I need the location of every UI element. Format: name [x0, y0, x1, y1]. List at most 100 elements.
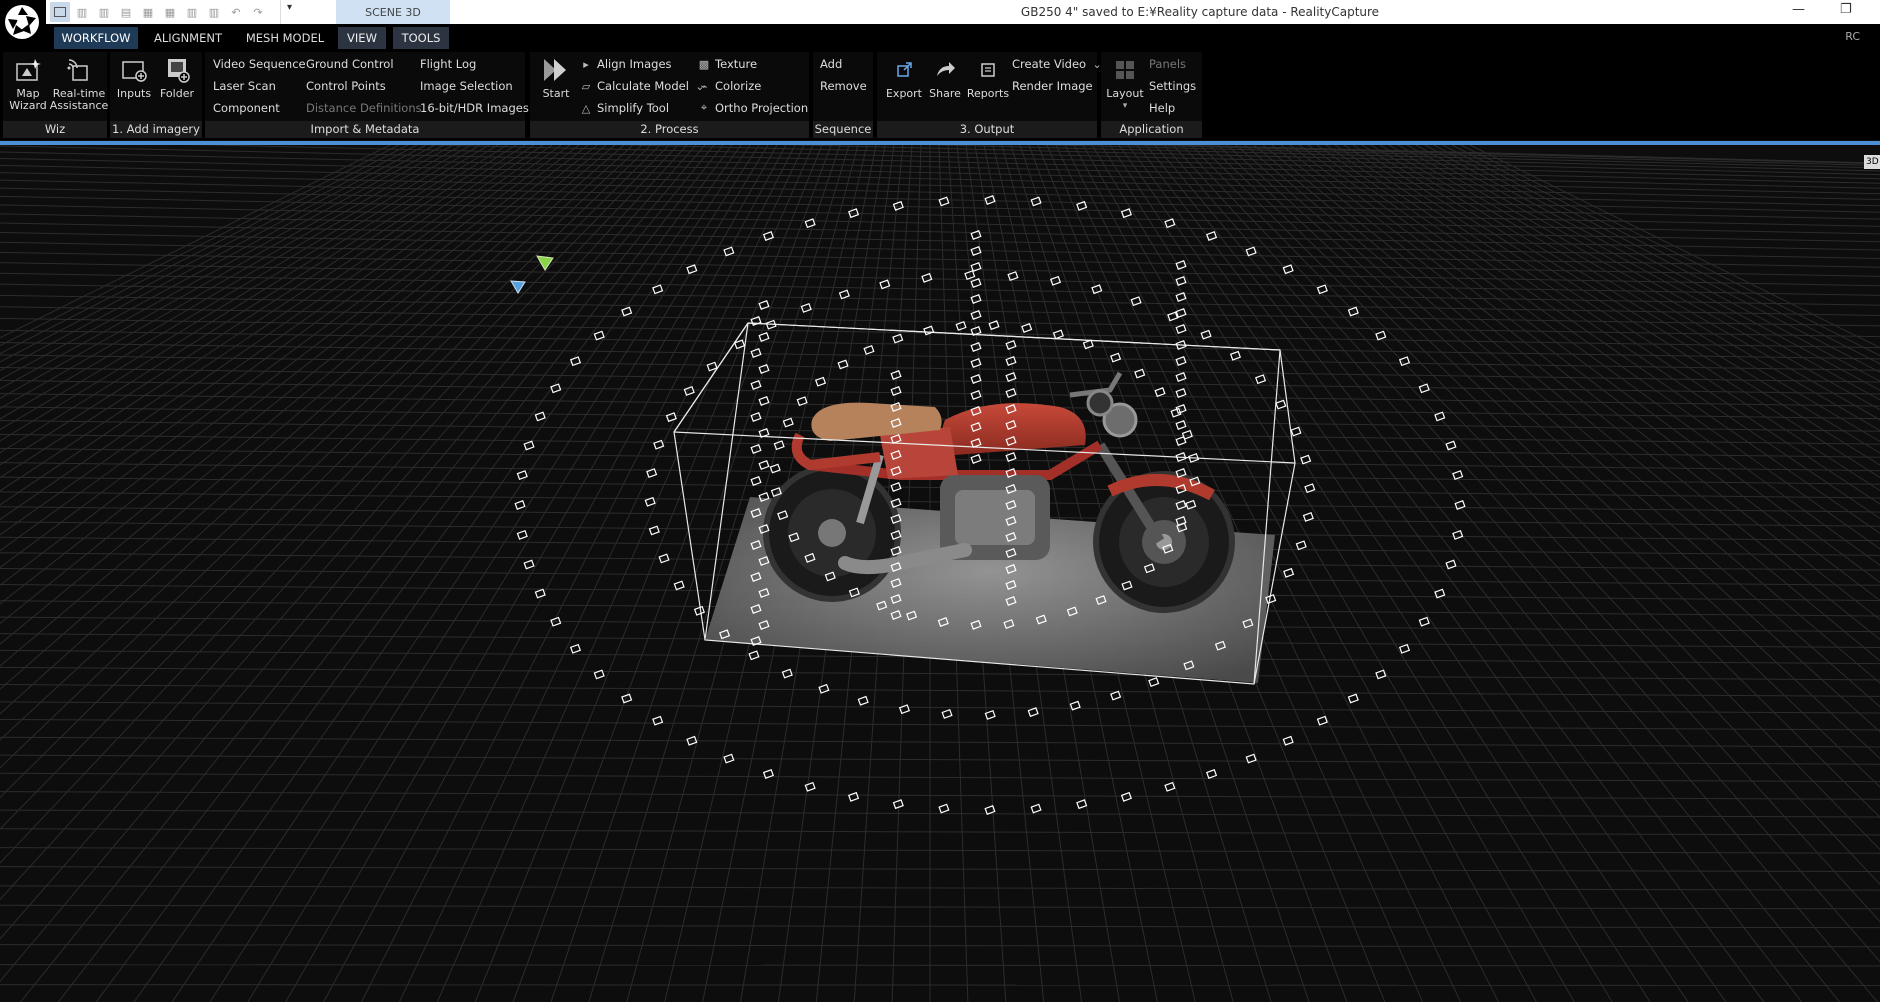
restore-button[interactable]: ❐: [1840, 2, 1852, 17]
layout-1-button[interactable]: [50, 2, 70, 22]
camera-marker[interactable]: [1283, 567, 1295, 578]
selected-camera-blue-icon[interactable]: [510, 280, 526, 294]
export-button[interactable]: Export: [881, 56, 927, 100]
flight-log-button[interactable]: Flight Log: [420, 57, 476, 71]
camera-marker[interactable]: [970, 310, 982, 320]
camera-marker[interactable]: [890, 386, 902, 396]
camera-marker[interactable]: [1076, 799, 1088, 810]
settings-button[interactable]: Settings: [1149, 79, 1196, 93]
camera-marker[interactable]: [848, 791, 860, 802]
camera-marker[interactable]: [1304, 483, 1316, 494]
camera-marker[interactable]: [750, 444, 762, 454]
layout-4-button[interactable]: ▤: [116, 2, 136, 22]
camera-marker[interactable]: [693, 605, 705, 616]
tab-workflow[interactable]: WORKFLOW: [54, 27, 138, 49]
reports-button[interactable]: Reports: [965, 56, 1011, 100]
camera-marker[interactable]: [1290, 426, 1302, 437]
camera-marker[interactable]: [1027, 707, 1039, 718]
camera-marker[interactable]: [1398, 643, 1411, 654]
camera-marker[interactable]: [857, 695, 869, 706]
start-button[interactable]: Start: [536, 56, 576, 100]
sequence-add-button[interactable]: Add: [820, 57, 842, 71]
camera-marker[interactable]: [923, 325, 935, 336]
camera-marker[interactable]: [863, 345, 875, 355]
camera-marker[interactable]: [569, 643, 582, 654]
folder-button[interactable]: Folder: [156, 56, 198, 100]
camera-marker[interactable]: [781, 668, 793, 679]
undo-button[interactable]: ↶: [226, 2, 246, 22]
camera-marker[interactable]: [1175, 388, 1187, 398]
layout-7-button[interactable]: ▥: [182, 2, 202, 22]
camera-marker[interactable]: [758, 460, 770, 470]
camera-marker[interactable]: [984, 195, 996, 205]
camera-marker[interactable]: [648, 525, 660, 536]
component-button[interactable]: Component: [213, 101, 280, 115]
camera-marker[interactable]: [1282, 264, 1294, 275]
tab-alignment[interactable]: ALIGNMENT: [148, 27, 228, 49]
camera-marker[interactable]: [1175, 436, 1187, 446]
camera-marker[interactable]: [1418, 383, 1430, 394]
camera-marker[interactable]: [1175, 276, 1187, 286]
camera-marker[interactable]: [773, 440, 785, 451]
camera-marker[interactable]: [1134, 368, 1146, 379]
scene-3d-tab[interactable]: SCENE 3D: [336, 0, 450, 24]
camera-marker[interactable]: [898, 704, 911, 715]
camera-marker[interactable]: [970, 374, 982, 384]
camera-marker[interactable]: [1164, 218, 1176, 229]
camera-marker[interactable]: [970, 390, 982, 400]
camera-marker[interactable]: [1375, 669, 1387, 680]
camera-marker[interactable]: [621, 693, 633, 704]
camera-marker[interactable]: [970, 454, 982, 464]
share-button[interactable]: Share: [925, 56, 965, 100]
camera-marker[interactable]: [892, 333, 904, 344]
tab-view[interactable]: VIEW: [338, 27, 386, 49]
camera-marker[interactable]: [523, 559, 535, 570]
simplify-tool-button[interactable]: △ Simplify Tool: [580, 101, 669, 115]
camera-marker[interactable]: [516, 529, 528, 540]
camera-marker[interactable]: [1398, 356, 1411, 367]
help-button[interactable]: Help: [1149, 101, 1175, 115]
camera-marker[interactable]: [1245, 246, 1257, 257]
hdr-images-button[interactable]: 16-bit/HDR Images: [420, 101, 529, 115]
camera-marker[interactable]: [1275, 399, 1287, 410]
layout-2-button[interactable]: ▥: [72, 2, 92, 22]
camera-marker[interactable]: [1452, 470, 1464, 481]
camera-marker[interactable]: [1167, 311, 1179, 322]
camera-marker[interactable]: [1154, 387, 1166, 398]
scene-canvas[interactable]: [0, 145, 1880, 1002]
layout-6-button[interactable]: ▦: [160, 2, 180, 22]
tab-tools[interactable]: TOOLS: [393, 27, 449, 49]
sequence-remove-button[interactable]: Remove: [820, 79, 867, 93]
panels-button[interactable]: Panels: [1149, 57, 1186, 71]
camera-marker[interactable]: [782, 417, 794, 428]
layout-8-button[interactable]: ▥: [204, 2, 224, 22]
customize-toolbar-caret[interactable]: ▾: [287, 2, 292, 13]
render-image-button[interactable]: Render Image: [1012, 79, 1093, 93]
camera-marker[interactable]: [970, 342, 982, 352]
texture-button[interactable]: ▩ Texture: [698, 57, 757, 71]
camera-marker[interactable]: [1005, 388, 1017, 398]
camera-marker[interactable]: [686, 264, 698, 275]
camera-marker[interactable]: [750, 348, 762, 358]
redo-button[interactable]: ↷: [248, 2, 268, 22]
camera-marker[interactable]: [1434, 411, 1446, 422]
camera-marker[interactable]: [838, 289, 850, 300]
camera-marker[interactable]: [1255, 374, 1267, 385]
camera-marker[interactable]: [1206, 769, 1218, 779]
camera-marker[interactable]: [938, 803, 950, 814]
tab-mesh-model[interactable]: MESH MODEL: [240, 27, 330, 49]
camera-marker[interactable]: [804, 781, 816, 792]
ground-control-button[interactable]: Ground Control: [306, 57, 394, 71]
minimize-button[interactable]: —: [1792, 2, 1805, 17]
camera-marker[interactable]: [750, 476, 762, 486]
camera-marker[interactable]: [665, 412, 677, 423]
camera-marker[interactable]: [1418, 616, 1430, 627]
camera-marker[interactable]: [1005, 340, 1017, 350]
camera-marker[interactable]: [683, 385, 695, 396]
calculate-model-button[interactable]: ▱ Calculate Model ⌄: [580, 79, 706, 93]
create-video-button[interactable]: Create Video ⌄: [1012, 57, 1103, 71]
camera-marker[interactable]: [523, 440, 535, 451]
camera-marker[interactable]: [1110, 352, 1122, 363]
realtime-assistance-button[interactable]: Real-time Assistance: [50, 56, 108, 112]
camera-marker[interactable]: [1164, 781, 1176, 792]
